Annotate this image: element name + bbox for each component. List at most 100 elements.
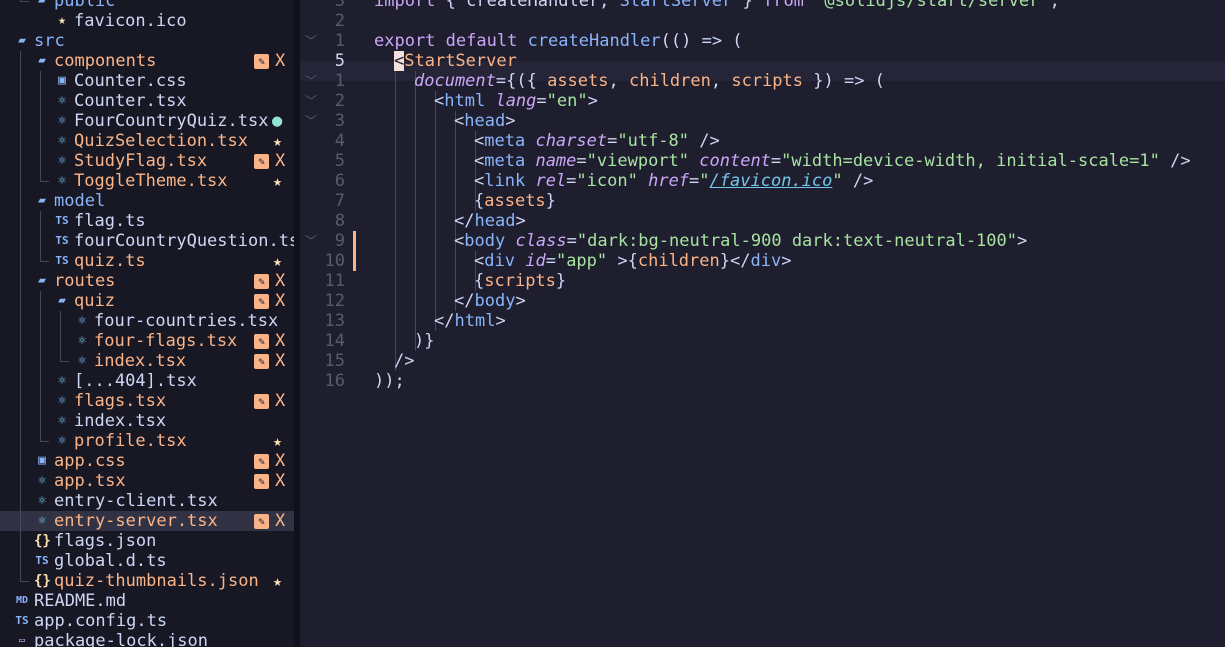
tree-file[interactable]: TS global.d.ts [0, 551, 294, 571]
code-token: > [781, 251, 792, 271]
tree-item-label: app.config.ts [34, 611, 168, 631]
tree-item-label: quiz.ts [74, 251, 146, 271]
tree-folder[interactable]: ▰ model [0, 191, 294, 211]
code-token: body [474, 291, 516, 311]
tree-folder[interactable]: ▰ src [0, 31, 294, 51]
tree-folder[interactable]: ▰ components ✎ X [0, 51, 294, 71]
lightbulb-icon[interactable]: ● [272, 111, 282, 131]
code-token: { [474, 271, 485, 291]
modified-edit-icon: ✎ [254, 294, 269, 309]
tree-file[interactable]: ⚛ FourCountryQuiz.tsx ● [0, 111, 294, 131]
fold-chevron-icon[interactable]: ﹀ [305, 231, 317, 251]
tree-file[interactable]: ⚛ flags.tsx ✎ X [0, 391, 294, 411]
react-icon: ⚛ [58, 433, 66, 448]
tree-item-label: fourCountryQuestion.ts [74, 231, 294, 251]
code-token: body [464, 231, 506, 251]
tree-file[interactable]: ★ favicon.ico [0, 11, 294, 31]
react-icon: ⚛ [78, 353, 86, 368]
line-number: 3 [334, 0, 345, 11]
git-change-marker [353, 231, 356, 251]
tree-file[interactable]: TS quiz.ts ★ [0, 251, 294, 271]
folder-open-icon: ▰ [38, 273, 46, 288]
tree-file[interactable]: ▣ Counter.css [0, 71, 294, 91]
tree-file[interactable]: {} flags.json [0, 531, 294, 551]
tree-item-label: ToggleTheme.tsx [74, 171, 228, 191]
modified-edit-icon: ✎ [254, 394, 269, 409]
fold-chevron-icon[interactable]: ﹀ [305, 111, 317, 131]
tree-file[interactable]: TS fourCountryQuestion.ts [0, 231, 294, 251]
code-token: document [414, 71, 496, 91]
indent-guide [40, 131, 41, 151]
code-token: ; [1049, 0, 1060, 11]
tree-file[interactable]: ⚛ index.tsx [0, 411, 294, 431]
code-token: } [732, 0, 763, 11]
tree-file[interactable]: ⚛ StudyFlag.tsx ✎ X [0, 151, 294, 171]
code-token: > [495, 311, 506, 331]
code-token: html [454, 311, 496, 331]
tree-file[interactable]: ⚛ entry-client.tsx [0, 491, 294, 511]
tree-item-label: FourCountryQuiz.tsx [74, 111, 269, 131]
tree-file[interactable]: ▭ package-lock.json [0, 631, 294, 647]
tree-file[interactable]: MD README.md [0, 591, 294, 611]
tree-file[interactable]: ⚛ four-flags.tsx ✎ X [0, 331, 294, 351]
tree-file[interactable]: ⚛ profile.tsx ★ [0, 431, 294, 451]
code-token: , [608, 71, 629, 91]
indent-guide [395, 111, 396, 131]
fold-chevron-icon[interactable]: ﹀ [305, 31, 317, 51]
code-token: default [445, 31, 518, 51]
indent-guide [40, 291, 41, 311]
tree-file[interactable]: ⚛ index.tsx ✎ X [0, 351, 294, 371]
tree-item-label: QuizSelection.tsx [74, 131, 248, 151]
indent-guide [20, 531, 21, 551]
tree-file[interactable]: ⚛ [...404].tsx [0, 371, 294, 391]
css-icon: ▣ [58, 73, 66, 88]
code-token: createHandler [527, 31, 661, 51]
tree-file[interactable]: ⚛ four-countries.tsx [0, 311, 294, 331]
markdown-icon: MD [15, 595, 29, 606]
tree-file[interactable]: ⚛ app.tsx ✎ X [0, 471, 294, 491]
code-token: /> [1159, 151, 1191, 171]
fold-chevron-icon[interactable]: ﹀ [305, 91, 317, 111]
line-number: 11 [324, 271, 345, 291]
code-token: < [454, 111, 465, 131]
tree-folder[interactable]: ▰ routes ✎ X [0, 271, 294, 291]
code-token: > [515, 291, 526, 311]
code-token: = [607, 131, 618, 151]
tree-item-label: routes [54, 271, 116, 291]
tree-file[interactable]: {} quiz-thumbnails.json ★ [0, 571, 294, 591]
code-token: < [394, 51, 405, 71]
code-token: name [535, 151, 577, 171]
indent-guide [415, 91, 416, 111]
indent-guide [435, 131, 436, 151]
indent-guide [20, 171, 21, 191]
tree-file[interactable]: ⚛ QuizSelection.tsx ★ [0, 131, 294, 151]
fold-chevron-icon[interactable]: ﹀ [305, 71, 317, 91]
tree-file[interactable]: TS flag.ts [0, 211, 294, 231]
line-number: 16 [324, 371, 345, 391]
tree-file[interactable]: ▣ app.css ✎ X [0, 451, 294, 471]
code-token: = [576, 151, 587, 171]
tree-file[interactable]: TS app.config.ts [0, 611, 294, 631]
tree-folder[interactable]: ▰ public [0, 0, 294, 11]
tree-item-label: index.tsx [74, 411, 167, 431]
tree-file[interactable]: ⚛ Counter.tsx [0, 91, 294, 111]
line-number: 12 [324, 291, 345, 311]
indent-guide [60, 351, 69, 362]
code-token: = [566, 231, 577, 251]
tree-file[interactable]: ⚛ entry-server.tsx ✎ X [0, 511, 294, 531]
indent-guide [40, 311, 41, 331]
code-token: class [515, 231, 567, 251]
code-token: export [374, 31, 436, 51]
indent-guide [20, 411, 21, 431]
tree-file[interactable]: ⚛ ToggleTheme.tsx ★ [0, 171, 294, 191]
tree-item-label: flags.json [54, 531, 157, 551]
indent-guide [40, 171, 49, 182]
code-token: = [770, 151, 782, 171]
indent-guide [40, 351, 41, 371]
code-token: head [464, 111, 506, 131]
tree-folder[interactable]: ▰ quiz ✎ X [0, 291, 294, 311]
code-editor[interactable]: 3 import { createHandler, StartServer } f… [300, 0, 1225, 647]
indent-guide [20, 271, 21, 291]
tree-item-label: favicon.ico [74, 11, 187, 31]
